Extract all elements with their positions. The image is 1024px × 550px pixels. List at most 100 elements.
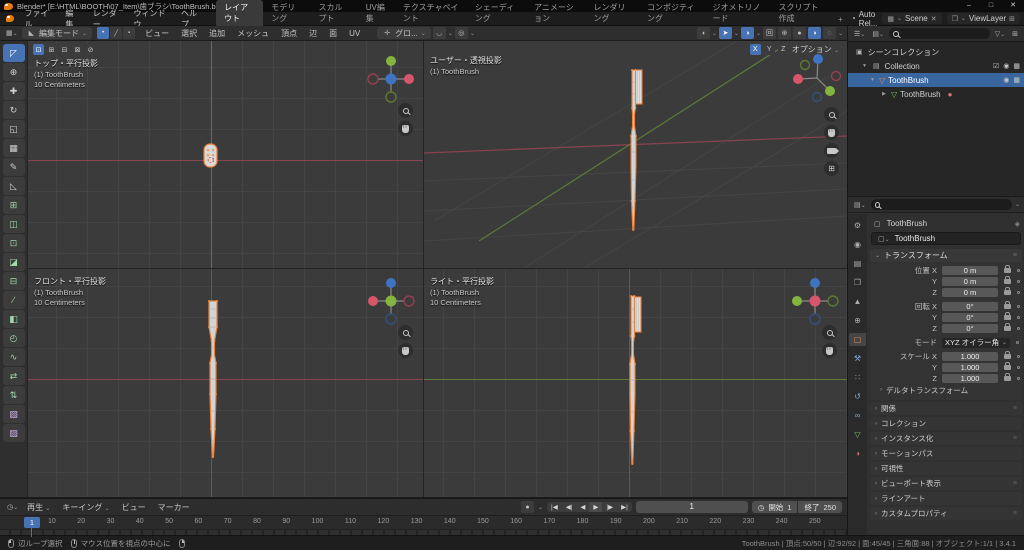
animate-dot-icon[interactable] bbox=[1016, 341, 1019, 344]
gizmo-y-minus[interactable] bbox=[801, 61, 810, 70]
tab-uv-editing[interactable]: UV編集 bbox=[358, 0, 395, 26]
gizmo-dropdown[interactable]: ⌄ bbox=[734, 30, 739, 37]
select-mode-subtract[interactable]: ⊟ bbox=[59, 44, 70, 55]
viewport-right[interactable]: ライト・平行投影 (1) ToothBrush 10 Centimeters bbox=[424, 269, 847, 497]
camera-view-button[interactable] bbox=[824, 143, 839, 158]
hide-eye-icon[interactable]: ◉ bbox=[1003, 62, 1009, 70]
lock-icon[interactable] bbox=[1004, 304, 1011, 309]
outliner-collection-icon[interactable]: ▤⌄ bbox=[870, 30, 886, 38]
pin-icon[interactable]: ◈ bbox=[1015, 220, 1020, 228]
lock-icon[interactable] bbox=[1004, 268, 1011, 273]
location-y-field[interactable]: 0 m bbox=[942, 277, 998, 286]
section-motion-paths[interactable]: ›モーションパス bbox=[870, 447, 1022, 460]
navigation-gizmo[interactable] bbox=[367, 277, 415, 325]
xray-toggle[interactable]: 回 bbox=[763, 27, 776, 39]
select-mode-intersect[interactable]: ⊘ bbox=[85, 44, 96, 55]
tool-select-box[interactable]: ◸ bbox=[3, 44, 25, 62]
proportional-falloff-dropdown[interactable]: ⌄ bbox=[470, 30, 475, 37]
select-mode-extend[interactable]: ⊞ bbox=[46, 44, 57, 55]
zoom-button[interactable] bbox=[822, 325, 837, 340]
navigation-gizmo[interactable] bbox=[791, 277, 839, 325]
navigation-gizmo[interactable] bbox=[792, 53, 842, 103]
expand-icon[interactable]: ▼ bbox=[870, 77, 876, 83]
menu-mesh[interactable]: メッシュ bbox=[232, 28, 274, 39]
face-select-button[interactable]: ▪ bbox=[123, 27, 135, 39]
menu-vertex[interactable]: 頂点 bbox=[276, 28, 302, 39]
tab-constraints[interactable]: ∞ bbox=[849, 409, 866, 422]
animate-dot-icon[interactable] bbox=[1017, 366, 1020, 369]
tab-scripting[interactable]: スクリプト作成 bbox=[770, 0, 830, 26]
gizmo-y-plus[interactable] bbox=[386, 296, 397, 307]
jump-to-end-button[interactable]: ▶| bbox=[617, 502, 632, 512]
toothbrush-mesh-right-view[interactable] bbox=[622, 294, 644, 468]
viewport-divider-horizontal[interactable] bbox=[28, 268, 847, 269]
tool-move[interactable]: ✚ bbox=[3, 82, 25, 100]
edge-select-button[interactable]: ╱ bbox=[110, 27, 122, 39]
rotation-z-field[interactable]: 0° bbox=[942, 324, 998, 333]
tool-loop-cut[interactable]: ⊟ bbox=[3, 272, 25, 290]
zoom-button[interactable] bbox=[398, 103, 413, 118]
filter-icon[interactable]: ▽⌄ bbox=[993, 30, 1007, 38]
pan-button[interactable] bbox=[398, 121, 413, 136]
tab-view-layer[interactable]: ❒ bbox=[849, 276, 866, 289]
shading-material-button[interactable]: ◑ bbox=[808, 27, 821, 39]
tab-shading[interactable]: シェーディング bbox=[467, 0, 526, 26]
rotation-y-field[interactable]: 0° bbox=[942, 313, 998, 322]
gizmo-x-minus[interactable] bbox=[793, 74, 803, 84]
play-reverse-button[interactable]: ◀ bbox=[576, 502, 589, 512]
shading-solid-button[interactable]: ● bbox=[793, 27, 806, 39]
delta-transform-section[interactable]: ›デルタトランスフォーム bbox=[870, 384, 1022, 396]
tab-render[interactable]: ◉ bbox=[849, 238, 866, 251]
gizmo-z-plus[interactable] bbox=[810, 278, 820, 288]
scale-x-field[interactable]: 1.000 bbox=[942, 352, 998, 361]
tool-shear[interactable]: ▧ bbox=[3, 405, 25, 423]
expand-icon[interactable]: ▼ bbox=[862, 63, 868, 69]
zoom-button[interactable] bbox=[398, 325, 413, 340]
scale-z-field[interactable]: 1.000 bbox=[942, 374, 998, 383]
menu-uv[interactable]: UV bbox=[344, 29, 365, 38]
view-layer-selector[interactable]: ❒⌄ViewLayer⊞ bbox=[947, 13, 1020, 24]
menu-view[interactable]: ビュー bbox=[140, 28, 174, 39]
mirror-y-toggle[interactable]: Y bbox=[764, 44, 775, 55]
menu-keying[interactable]: キーイング ⌄ bbox=[57, 502, 114, 513]
panel-grip-icon[interactable]: ≡ bbox=[1013, 510, 1017, 517]
options-dropdown[interactable]: オプション ⌄ bbox=[792, 44, 839, 55]
current-frame-field[interactable]: 1 bbox=[636, 501, 748, 513]
menu-select[interactable]: 選択 bbox=[176, 28, 202, 39]
lock-icon[interactable] bbox=[1004, 376, 1011, 381]
outliner-search[interactable] bbox=[889, 28, 990, 39]
render-camera-icon[interactable]: ▦ bbox=[1013, 62, 1020, 70]
tab-animation[interactable]: アニメーション bbox=[526, 0, 585, 26]
viewport-top[interactable]: トップ・平行投影 (1) ToothBrush 10 Centimeters bbox=[28, 41, 423, 268]
show-gizmo-toggle[interactable]: ➤ bbox=[719, 27, 732, 39]
animate-dot-icon[interactable] bbox=[1017, 316, 1020, 319]
tab-rendering[interactable]: レンダリング bbox=[586, 0, 639, 26]
animate-dot-icon[interactable] bbox=[1017, 355, 1020, 358]
outliner-row-object[interactable]: ▼ ▽ ToothBrush ◉ ▦ bbox=[848, 73, 1024, 87]
vertex-select-button[interactable]: • bbox=[97, 27, 109, 39]
tool-shrink-fatten[interactable]: ⇅ bbox=[3, 386, 25, 404]
tab-layout[interactable]: レイアウト bbox=[216, 0, 263, 26]
transform-panel-header[interactable]: ⌄ トランスフォーム ≡ bbox=[870, 249, 1022, 262]
gizmo-x-plus[interactable] bbox=[404, 296, 414, 306]
tab-object-data[interactable]: ▽ bbox=[849, 428, 866, 441]
tool-poly-build[interactable]: ◧ bbox=[3, 310, 25, 328]
pan-button[interactable] bbox=[398, 343, 413, 358]
properties-filter-dropdown[interactable]: ⌄ bbox=[1015, 201, 1020, 208]
transform-orientation-dropdown[interactable]: ✛グロ...⌄ bbox=[377, 27, 431, 39]
toothbrush-mesh-perspective[interactable] bbox=[623, 68, 645, 233]
menu-view[interactable]: ビュー bbox=[117, 502, 151, 513]
prev-keyframe-button[interactable]: ◀| bbox=[562, 502, 577, 512]
gizmo-z-plus[interactable] bbox=[813, 54, 823, 64]
tool-spin[interactable]: ◴ bbox=[3, 329, 25, 347]
animate-dot-icon[interactable] bbox=[1017, 291, 1020, 294]
unlink-scene-icon[interactable]: ✕ bbox=[931, 15, 937, 23]
tool-cursor-3d[interactable]: ⊕ bbox=[3, 63, 25, 81]
section-viewport-display[interactable]: ›ビューポート表示≡ bbox=[870, 477, 1022, 490]
animate-dot-icon[interactable] bbox=[1017, 377, 1020, 380]
panel-grip-icon[interactable]: ≡ bbox=[1013, 405, 1017, 412]
menu-face[interactable]: 面 bbox=[324, 28, 342, 39]
section-collections[interactable]: ›コレクション bbox=[870, 417, 1022, 430]
gizmo-z-minus[interactable] bbox=[813, 93, 822, 102]
gizmo-y-minus[interactable] bbox=[386, 92, 396, 102]
